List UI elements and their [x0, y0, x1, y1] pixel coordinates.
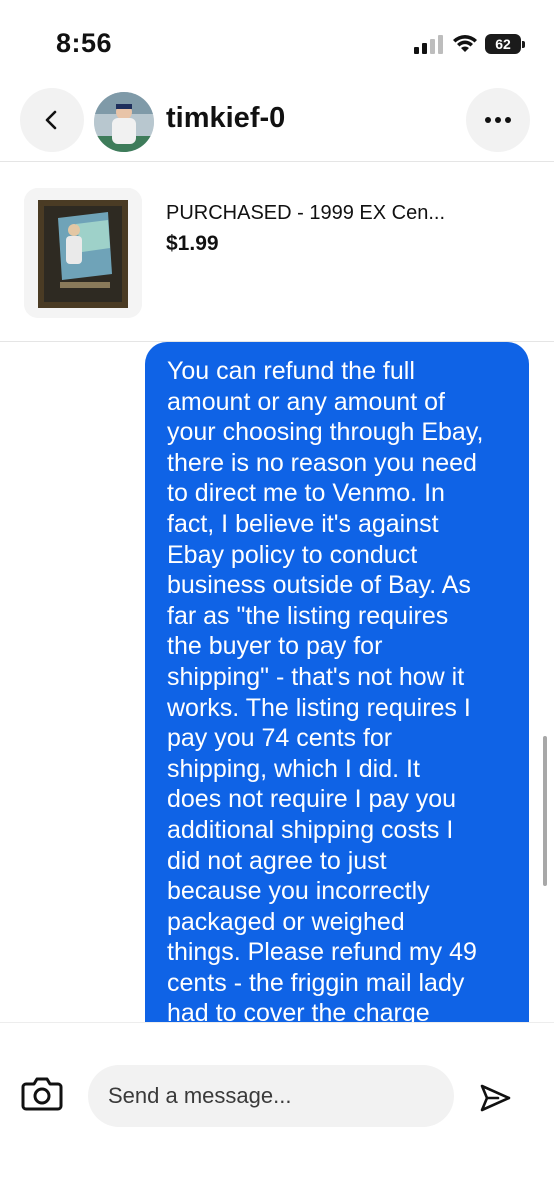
- conversation-username[interactable]: timkief-0: [166, 102, 285, 135]
- message-line: your choosing through Ebay,: [167, 418, 484, 447]
- message-line: business outside of Bay. As: [167, 571, 471, 600]
- message-line: did not agree to just: [167, 846, 387, 875]
- listing-title[interactable]: PURCHASED - 1999 EX Cen...: [166, 202, 445, 225]
- battery-icon: 62: [485, 34, 525, 54]
- wifi-icon: [453, 35, 477, 52]
- message-line: things. Please refund my 49: [167, 938, 477, 967]
- camera-icon: [21, 1077, 63, 1111]
- message-line: does not require I pay you: [167, 785, 457, 814]
- conversation-header: timkief-0: [0, 84, 554, 162]
- message-input[interactable]: [88, 1065, 454, 1127]
- signal-icon: [414, 35, 443, 54]
- send-icon: [480, 1084, 511, 1112]
- camera-button[interactable]: [20, 1073, 64, 1113]
- send-button[interactable]: [470, 1073, 520, 1123]
- listing-price: $1.99: [166, 232, 219, 255]
- chevron-left-icon: [45, 110, 57, 130]
- message-line: Ebay policy to conduct: [167, 540, 418, 569]
- message-line: cents - the friggin mail lady: [167, 968, 465, 997]
- listing-thumbnail[interactable]: [24, 188, 142, 318]
- message-line: because you incorrectly: [167, 877, 430, 906]
- avatar-image: [94, 92, 154, 152]
- message-line: amount or any amount of: [167, 387, 445, 416]
- listing-card[interactable]: PURCHASED - 1999 EX Cen... $1.99: [0, 162, 554, 342]
- battery-level: 62: [485, 34, 521, 54]
- message-line: there is no reason you need: [167, 448, 477, 477]
- message-line: additional shipping costs I: [167, 815, 454, 844]
- back-button[interactable]: [20, 88, 84, 152]
- message-line: the buyer to pay for: [167, 632, 383, 661]
- message-line: far as "the listing requires: [167, 601, 449, 630]
- status-time: 8:56: [56, 28, 113, 58]
- scrollbar[interactable]: [543, 736, 547, 886]
- more-horizontal-icon: [485, 117, 511, 123]
- message-line: fact, I believe it's against: [167, 509, 439, 538]
- message-line: to direct me to Venmo. In: [167, 479, 445, 508]
- message-line: shipping, which I did. It: [167, 754, 420, 783]
- message-line: pay you 74 cents for: [167, 724, 393, 753]
- message-line: You can refund the full: [167, 357, 415, 385]
- sent-message-bubble[interactable]: You can refund the full amount or any am…: [145, 342, 529, 1022]
- message-line: had to cover the charge: [167, 999, 430, 1022]
- avatar[interactable]: [94, 92, 154, 152]
- listing-image: [24, 188, 142, 318]
- message-line: shipping" - that's not how it: [167, 662, 465, 691]
- message-line: packaged or weighed: [167, 907, 405, 936]
- message-line: works. The listing requires I: [167, 693, 471, 722]
- message-list[interactable]: You can refund the full amount or any am…: [0, 342, 554, 1022]
- status-bar: 8:56 62: [0, 0, 554, 80]
- more-options-button[interactable]: [466, 88, 530, 152]
- message-composer: [0, 1022, 554, 1200]
